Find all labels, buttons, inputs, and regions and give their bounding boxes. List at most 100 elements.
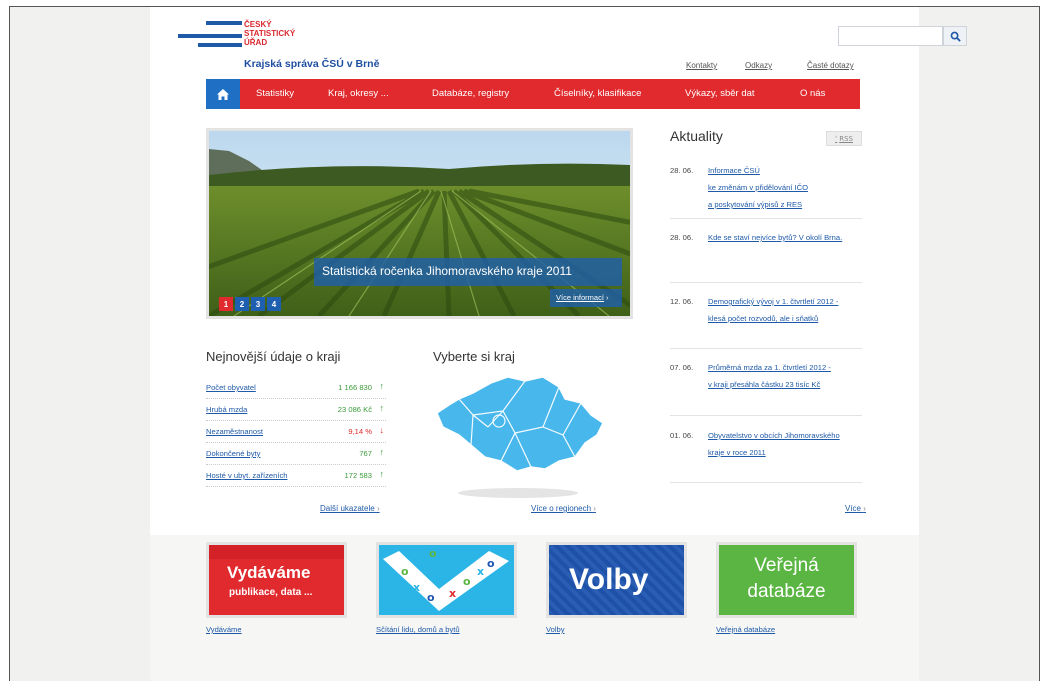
- news-more-link[interactable]: Více ›: [845, 504, 866, 513]
- svg-text:x: x: [449, 587, 456, 600]
- slider-page-4[interactable]: 4: [267, 297, 281, 311]
- logo-stripe: [178, 34, 242, 38]
- chevron-right-icon: ›: [863, 504, 866, 513]
- arrow-up-icon: ↑: [379, 403, 385, 413]
- arrow-up-icon: ↑: [379, 447, 385, 457]
- news-link[interactable]: Demografický vývoj v 1. čtvrtletí 2012 -…: [708, 293, 878, 327]
- indicator-value: 767: [359, 449, 372, 458]
- banner-subtitle: databáze: [747, 581, 826, 602]
- slider-more-link[interactable]: Více informací ›: [550, 289, 622, 307]
- map-outline: [436, 376, 604, 472]
- news-date: 28. 06.: [670, 233, 694, 242]
- region-more-label: Více o regionech: [531, 504, 592, 513]
- indicators-more-link[interactable]: Další ukazatele ›: [320, 504, 380, 513]
- svg-text:o: o: [463, 575, 471, 588]
- news-more-label: Více: [845, 504, 862, 513]
- svg-text:x: x: [413, 581, 420, 594]
- nav-statistiky[interactable]: Statistiky: [256, 88, 294, 99]
- nav-vykazy[interactable]: Výkazy, sběr dat: [685, 88, 755, 99]
- home-icon: [217, 88, 229, 100]
- banner-title: Volby: [569, 563, 649, 596]
- slider-pagination: 1 2 3 4: [219, 297, 281, 311]
- indicator-label[interactable]: Hrubá mzda: [206, 405, 247, 414]
- banner-subtitle: publikace, data ...: [229, 587, 313, 598]
- banner-title: Vydáváme: [227, 563, 311, 582]
- indicator-row: Počet obyvatel 1 166 830 ↑: [206, 377, 386, 399]
- census-graphic: o x o x o x o o: [379, 545, 514, 615]
- banner-scitani[interactable]: o x o x o x o o: [376, 542, 517, 618]
- logo-line-2: STATISTICKÝ: [244, 29, 296, 38]
- divider: [670, 348, 862, 349]
- banner-verejna-databaze[interactable]: Veřejná databáze: [716, 542, 857, 618]
- banner-label-volby[interactable]: Volby: [546, 625, 565, 634]
- chevron-right-icon: ›: [376, 504, 380, 513]
- news-date: 07. 06.: [670, 363, 694, 372]
- banner-volby[interactable]: Volby: [546, 542, 687, 618]
- svg-text:o: o: [401, 565, 409, 578]
- czech-regions-map[interactable]: [433, 371, 613, 501]
- indicators-more-label: Další ukazatele: [320, 504, 375, 513]
- indicator-value: 9,14 %: [348, 427, 372, 436]
- slider-page-3[interactable]: 3: [251, 297, 265, 311]
- arrow-up-icon: ↑: [379, 469, 385, 479]
- logo-line-1: ČESKÝ: [244, 20, 272, 29]
- nav-ciselniky[interactable]: Číselníky, klasifikace: [554, 88, 641, 99]
- link-kontakty[interactable]: Kontakty: [686, 61, 717, 70]
- news-date: 28. 06.: [670, 166, 694, 175]
- indicators-title: Nejnovější údaje o kraji: [206, 349, 341, 364]
- divider: [670, 218, 862, 219]
- news-link[interactable]: Kde se staví nejvíce bytů? V okolí Brna.: [708, 229, 878, 246]
- slider-page-1[interactable]: 1: [219, 297, 233, 311]
- nav-o-nas[interactable]: O nás: [800, 88, 825, 99]
- divider: [670, 482, 862, 483]
- page: ČESKÝ STATISTICKÝ ÚŘAD Krajská správa ČS…: [150, 7, 967, 681]
- rss-icon: ʻ: [835, 134, 838, 143]
- news-date: 01. 06.: [670, 431, 694, 440]
- chevron-right-icon: ›: [606, 293, 609, 302]
- slider-page-2[interactable]: 2: [235, 297, 249, 311]
- hero-slider[interactable]: Statistická ročenka Jihomoravského kraje…: [206, 128, 633, 319]
- arrow-down-icon: ↓: [379, 425, 385, 435]
- indicator-label[interactable]: Dokončené byty: [206, 449, 260, 458]
- news-link[interactable]: Informace ČSÚ ke změnám v přidělování IČ…: [708, 162, 878, 213]
- indicator-value: 23 086 Kč: [337, 405, 372, 414]
- indicator-label[interactable]: Hosté v ubyt. zařízeních: [206, 471, 287, 480]
- indicator-row: Hosté v ubyt. zařízeních 172 583 ↑: [206, 465, 386, 487]
- logo-stripe: [206, 21, 242, 25]
- slider-caption[interactable]: Statistická ročenka Jihomoravského kraje…: [314, 258, 622, 286]
- indicator-row: Nezaměstnanost 9,14 % ↓: [206, 421, 386, 443]
- news-link[interactable]: Obyvatelstvo v obcích Jihomoravského kra…: [708, 427, 878, 461]
- indicator-value: 1 166 830: [338, 383, 372, 392]
- indicator-label[interactable]: Nezaměstnanost: [206, 427, 263, 436]
- indicator-row: Dokončené byty 767 ↑: [206, 443, 386, 465]
- logo-stripe: [198, 43, 242, 47]
- banner-label-scitani[interactable]: Sčítání lidu, domů a bytů: [376, 625, 460, 634]
- rss-link[interactable]: ʻ RSS: [826, 131, 862, 146]
- search-input[interactable]: [838, 26, 943, 46]
- indicator-value: 172 583: [344, 471, 372, 480]
- banner-vydavame[interactable]: Vydáváme publikace, data ...: [206, 542, 347, 618]
- home-button[interactable]: [206, 79, 240, 109]
- news-date: 12. 06.: [670, 297, 694, 306]
- logo-line-3: ÚŘAD: [244, 38, 268, 47]
- banner-label-verejna-databaze[interactable]: Veřejná databáze: [716, 625, 775, 634]
- rss-label: RSS: [839, 134, 853, 143]
- slider-more-label: Více informací: [556, 293, 604, 302]
- divider: [670, 282, 862, 283]
- news-title: Aktuality: [670, 128, 723, 144]
- browser-frame: ČESKÝ STATISTICKÝ ÚŘAD Krajská správa ČS…: [9, 6, 1040, 681]
- link-odkazy[interactable]: Odkazy: [745, 61, 772, 70]
- svg-text:x: x: [477, 565, 484, 578]
- nav-databaze-registry[interactable]: Databáze, registry: [432, 88, 509, 99]
- banner-label-vydavame[interactable]: Vydáváme: [206, 625, 242, 634]
- indicator-label[interactable]: Počet obyvatel: [206, 383, 256, 392]
- region-more-link[interactable]: Více o regionech ›: [531, 504, 596, 513]
- svg-text:o: o: [429, 547, 437, 560]
- news-link[interactable]: Průměrná mzda za 1. čtvrtletí 2012 - v k…: [708, 359, 878, 393]
- arrow-up-icon: ↑: [379, 381, 385, 391]
- divider: [670, 415, 862, 416]
- link-caste-dotazy[interactable]: Časté dotazy: [807, 61, 854, 70]
- chevron-right-icon: ›: [593, 504, 596, 513]
- search-button[interactable]: [943, 26, 967, 46]
- nav-kraj-okresy[interactable]: Kraj, okresy ...: [328, 88, 389, 99]
